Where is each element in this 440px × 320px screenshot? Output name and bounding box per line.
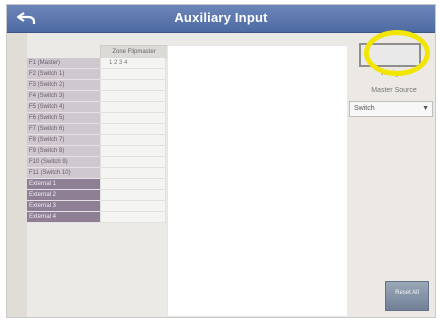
table-row: F11 (Switch 10) [27, 168, 167, 179]
row-label: F9 (Switch 8) [27, 146, 100, 157]
content-area: Zone Flipmaster F1 (Master) 1 2 3 4 F2 (Sw… [7, 33, 435, 317]
zone-cell[interactable]: 1 2 3 4 [100, 58, 166, 69]
zone-cell[interactable] [100, 201, 166, 212]
master-source-value: Switch [354, 105, 375, 112]
table-row: External 3 [27, 201, 167, 212]
table-row: F8 (Switch 7) [27, 135, 167, 146]
zone-cell[interactable] [100, 190, 166, 201]
table-row: External 2 [27, 190, 167, 201]
row-label: External 4 [27, 212, 100, 223]
row-label: F3 (Switch 2) [27, 80, 100, 91]
table-row: External 4 [27, 212, 167, 223]
zone-cell[interactable] [100, 135, 166, 146]
row-label: F4 (Switch 3) [27, 91, 100, 102]
zone-cell[interactable] [100, 102, 166, 113]
table-row: F6 (Switch 5) [27, 113, 167, 124]
reset-all-button[interactable]: Reset All [385, 281, 429, 311]
row-label: External 1 [27, 179, 100, 190]
zone-cell[interactable] [100, 168, 166, 179]
zone-cell[interactable] [100, 212, 166, 223]
title-bar: Auxiliary Input [7, 5, 435, 33]
zone-cell[interactable] [100, 80, 166, 91]
table-row: F1 (Master) 1 2 3 4 [27, 58, 167, 69]
row-label: F10 (Switch 9) [27, 157, 100, 168]
table-row: F3 (Switch 2) [27, 80, 167, 91]
row-label: F5 (Switch 4) [27, 102, 100, 113]
row-label: F8 (Switch 7) [27, 135, 100, 146]
left-margin [7, 33, 27, 317]
assign-label: Assign [381, 70, 403, 77]
master-source-dropdown[interactable]: Switch ▼ [349, 101, 433, 117]
right-panel: Assign Master Source Switch ▼ Reset All [347, 33, 435, 317]
zone-cell[interactable] [100, 179, 166, 190]
page-title: Auxiliary Input [174, 10, 268, 25]
column-header: Zone Flipmaster [100, 45, 168, 59]
auxiliary-input-screen: Auxiliary Input Zone Flipmaster F1 (Mast… [6, 4, 436, 318]
table-row: F7 (Switch 6) [27, 124, 167, 135]
table-row: F9 (Switch 8) [27, 146, 167, 157]
zone-cell[interactable] [100, 69, 166, 80]
zone-cell[interactable] [100, 91, 166, 102]
zone-cell[interactable] [100, 157, 166, 168]
table-row: F5 (Switch 4) [27, 102, 167, 113]
zone-cell[interactable] [100, 146, 166, 157]
master-source-label: Master Source [371, 87, 417, 94]
row-label: F6 (Switch 5) [27, 113, 100, 124]
assign-button[interactable] [359, 43, 421, 67]
zone-cell[interactable] [100, 124, 166, 135]
main-panel [167, 45, 349, 317]
row-label: F1 (Master) [27, 58, 100, 69]
table-row: F10 (Switch 9) [27, 157, 167, 168]
row-label: F7 (Switch 6) [27, 124, 100, 135]
row-label: F2 (Switch 1) [27, 69, 100, 80]
table-row: External 1 [27, 179, 167, 190]
row-label: External 2 [27, 190, 100, 201]
row-label: External 3 [27, 201, 100, 212]
row-label: F11 (Switch 10) [27, 168, 100, 179]
table-row: F4 (Switch 3) [27, 91, 167, 102]
zone-cell[interactable] [100, 113, 166, 124]
table-row: F2 (Switch 1) [27, 69, 167, 80]
caret-down-icon: ▼ [422, 105, 429, 112]
